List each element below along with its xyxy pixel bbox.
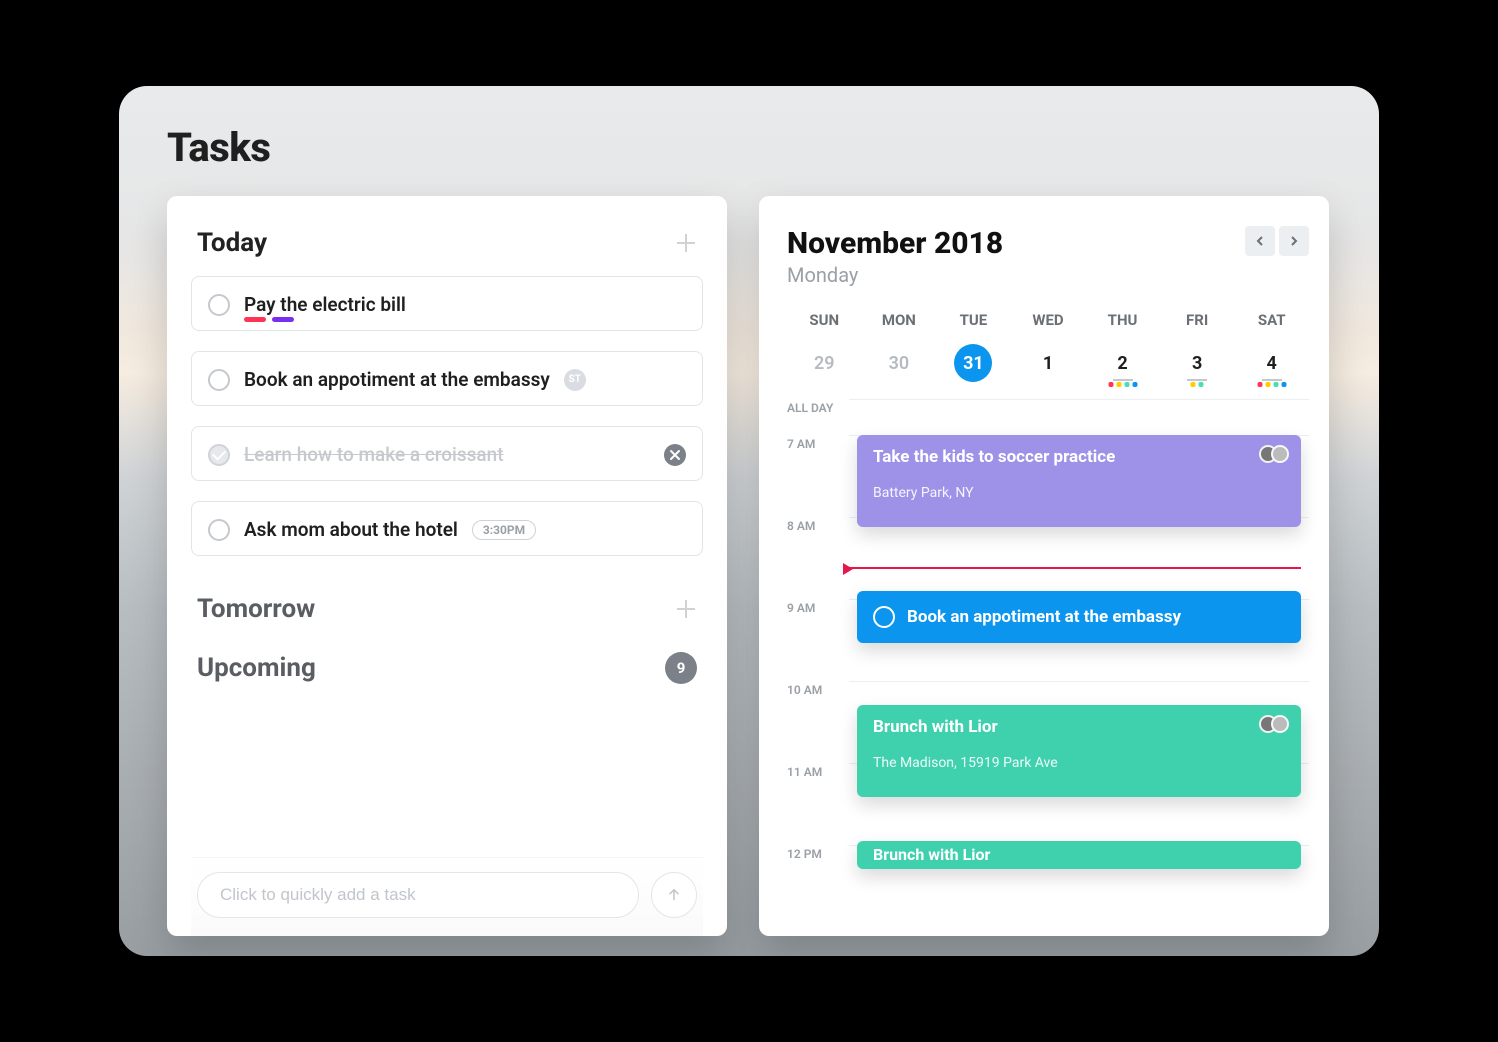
timeline: ALL DAY 7 AM 8 AM 9 AM 10 AM 11 AM xyxy=(787,399,1309,875)
task-checkbox[interactable] xyxy=(208,369,230,391)
task-badge: ST xyxy=(564,369,586,391)
calendar-header: November 2018 Monday xyxy=(787,226,1309,287)
event-card[interactable]: Brunch with Lior The Madison, 15919 Park… xyxy=(857,705,1301,797)
task-checkbox-checked[interactable] xyxy=(208,444,230,466)
section-title-tomorrow: Tomorrow xyxy=(197,594,315,624)
date-cell[interactable]: 1 xyxy=(1011,343,1086,383)
task-title: Learn how to make a croissant xyxy=(244,443,504,466)
submit-button[interactable] xyxy=(651,872,697,918)
upcoming-count: 9 xyxy=(665,652,697,684)
dow-label: FRI xyxy=(1160,311,1235,329)
event-subtitle: Battery Park, NY xyxy=(873,485,1285,501)
dow-label: THU xyxy=(1085,311,1160,329)
prev-button[interactable] xyxy=(1245,226,1275,256)
task-tags xyxy=(244,317,294,322)
date-cell[interactable]: 4 xyxy=(1234,343,1309,383)
date-cell-selected[interactable]: 31 xyxy=(936,343,1011,383)
event-ring-icon xyxy=(873,606,895,628)
hour-label: 12 PM xyxy=(787,845,849,861)
task-time-badge: 3:30PM xyxy=(472,520,536,540)
hour-row: 8 AM xyxy=(787,517,1309,599)
calendar-subtitle: Monday xyxy=(787,263,1003,287)
dow-label: SAT xyxy=(1234,311,1309,329)
chevron-left-icon xyxy=(1255,236,1265,246)
dates-row: 29 30 31 1 2 3 4 xyxy=(787,343,1309,383)
section-header-tomorrow[interactable]: Tomorrow xyxy=(191,594,703,624)
quick-add-input[interactable] xyxy=(197,872,639,918)
event-title: Book an appotiment at the embassy xyxy=(907,607,1181,627)
section-header-upcoming[interactable]: Upcoming 9 xyxy=(191,652,703,684)
dow-label: MON xyxy=(862,311,937,329)
tasks-panel: Today Pay the electric bill Book an appo… xyxy=(167,196,727,936)
page-title: Tasks xyxy=(167,124,270,171)
current-time-indicator xyxy=(849,567,1301,569)
event-avatars xyxy=(1259,445,1289,463)
dow-label: WED xyxy=(1011,311,1086,329)
hour-label: 7 AM xyxy=(787,435,849,451)
date-cell[interactable]: 30 xyxy=(862,343,937,383)
date-underline xyxy=(1113,379,1133,381)
allday-row: ALL DAY xyxy=(787,399,1309,435)
task-item[interactable]: Book an appotiment at the embassy ST xyxy=(191,351,703,406)
task-title: Ask mom about the hotel xyxy=(244,518,458,541)
date-dots xyxy=(1191,382,1204,387)
app-window: Tasks Today Pay the electric bill Book a… xyxy=(119,86,1379,956)
date-cell[interactable]: 3 xyxy=(1160,343,1235,383)
event-title: Brunch with Lior xyxy=(873,845,1285,864)
event-title: Brunch with Lior xyxy=(873,717,1285,737)
task-title: Book an appotiment at the embassy xyxy=(244,368,550,391)
section-title-upcoming: Upcoming xyxy=(197,653,316,683)
arrow-up-icon xyxy=(665,886,683,904)
tag-dot xyxy=(244,317,266,322)
hour-label: 9 AM xyxy=(787,599,849,615)
hour-label: 11 AM xyxy=(787,763,849,779)
plus-icon[interactable] xyxy=(675,598,697,620)
calendar-title: November 2018 xyxy=(787,226,1003,261)
event-card[interactable]: Brunch with Lior xyxy=(857,841,1301,869)
task-item[interactable]: Ask mom about the hotel 3:30PM xyxy=(191,501,703,556)
allday-label: ALL DAY xyxy=(787,399,849,415)
next-button[interactable] xyxy=(1279,226,1309,256)
event-subtitle: The Madison, 15919 Park Ave xyxy=(873,755,1285,771)
calendar-panel: November 2018 Monday SUN MON TUE WED THU… xyxy=(759,196,1329,936)
event-card[interactable]: Take the kids to soccer practice Battery… xyxy=(857,435,1301,527)
tag-dot xyxy=(272,317,294,322)
calendar-nav xyxy=(1245,226,1309,256)
dow-label: TUE xyxy=(936,311,1011,329)
quick-add-bar xyxy=(191,857,703,936)
date-dots xyxy=(1108,382,1137,387)
date-cell[interactable]: 2 xyxy=(1085,343,1160,383)
hour-label: 10 AM xyxy=(787,681,849,697)
dow-row: SUN MON TUE WED THU FRI SAT xyxy=(787,311,1309,329)
today-task-list: Pay the electric bill Book an appotiment… xyxy=(191,276,703,576)
date-underline xyxy=(1262,379,1282,381)
date-dots xyxy=(1257,382,1286,387)
task-item-done[interactable]: Learn how to make a croissant xyxy=(191,426,703,481)
date-underline xyxy=(1187,379,1207,381)
task-title: Pay the electric bill xyxy=(244,293,406,316)
close-icon[interactable] xyxy=(664,444,686,466)
hour-label: 8 AM xyxy=(787,517,849,533)
chevron-right-icon xyxy=(1289,236,1299,246)
section-title-today: Today xyxy=(197,228,267,258)
task-checkbox[interactable] xyxy=(208,519,230,541)
task-checkbox[interactable] xyxy=(208,294,230,316)
plus-icon[interactable] xyxy=(675,232,697,254)
section-header-today: Today xyxy=(191,228,703,258)
event-title: Take the kids to soccer practice xyxy=(873,447,1285,467)
event-card[interactable]: Book an appotiment at the embassy xyxy=(857,591,1301,643)
task-item[interactable]: Pay the electric bill xyxy=(191,276,703,331)
event-avatars xyxy=(1259,715,1289,733)
date-cell[interactable]: 29 xyxy=(787,343,862,383)
dow-label: SUN xyxy=(787,311,862,329)
